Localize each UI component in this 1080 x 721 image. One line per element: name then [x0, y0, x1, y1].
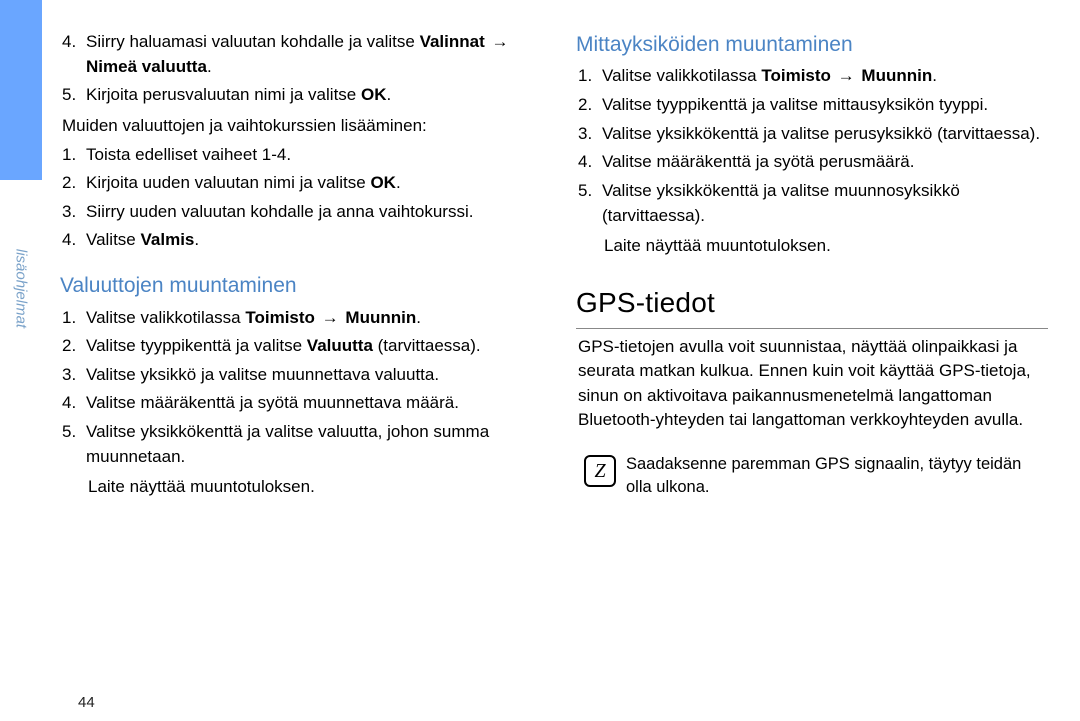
list-number: 5.	[62, 420, 76, 445]
list-number: 2.	[62, 171, 76, 196]
section-rule	[576, 328, 1048, 329]
side-tab-accent	[0, 0, 42, 180]
list-number: 4.	[578, 150, 592, 175]
list-item: 1. Toista edelliset vaiheet 1-4.	[86, 143, 532, 168]
text: Valitse määräkenttä ja syötä perusmäärä.	[602, 152, 914, 171]
list-number: 1.	[578, 64, 592, 89]
text: .	[396, 173, 401, 192]
text: .	[207, 57, 212, 76]
list-item: 4. Valitse määräkenttä ja syötä perusmää…	[602, 150, 1048, 175]
text: Valitse yksikkökenttä ja valitse muunnos…	[602, 181, 960, 225]
text: Valitse yksikkö ja valitse muunnettava v…	[86, 365, 439, 384]
list-item: 5. Valitse yksikkökenttä ja valitse muun…	[602, 179, 1048, 228]
bold-text: Muunnin	[345, 308, 416, 327]
bold-text: OK	[361, 85, 387, 104]
list-number: 4.	[62, 228, 76, 253]
bold-text: OK	[370, 173, 396, 192]
text: Toista edelliset vaiheet 1-4.	[86, 145, 291, 164]
bold-text: Toimisto	[761, 66, 831, 85]
text: .	[932, 66, 937, 85]
list-item: 4. Valitse määräkenttä ja syötä muunnett…	[86, 391, 532, 416]
text: Valitse valikkotilassa	[602, 66, 761, 85]
note-box: Z Saadaksenne paremman GPS signaalin, tä…	[576, 453, 1048, 499]
list-item: 1. Valitse valikkotilassa Toimisto → Muu…	[86, 306, 532, 331]
list-number: 4.	[62, 391, 76, 416]
left-column: 4. Siirry haluamasi valuutan kohdalle ja…	[60, 30, 532, 710]
list-item: 2. Kirjoita uuden valuutan nimi ja valit…	[86, 171, 532, 196]
list-number: 2.	[62, 334, 76, 359]
text: Kirjoita perusvaluutan nimi ja valitse	[86, 85, 361, 104]
text: Kirjoita uuden valuutan nimi ja valitse	[86, 173, 370, 192]
list-number: 1.	[62, 143, 76, 168]
list-item: 3. Valitse yksikkökenttä ja valitse peru…	[602, 122, 1048, 147]
bold-text: Toimisto	[245, 308, 315, 327]
note-icon: Z	[584, 455, 616, 487]
list-c: 1. Valitse valikkotilassa Toimisto → Muu…	[60, 306, 532, 470]
list-item: 2. Valitse tyyppikenttä ja valitse Valuu…	[86, 334, 532, 359]
list-number: 1.	[62, 306, 76, 331]
list-item: 2. Valitse tyyppikenttä ja valitse mitta…	[602, 93, 1048, 118]
list-a: 4. Siirry haluamasi valuutan kohdalle ja…	[60, 30, 532, 108]
text: Siirry haluamasi valuutan kohdalle ja va…	[86, 32, 420, 51]
list-right-a: 1. Valitse valikkotilassa Toimisto → Muu…	[576, 64, 1048, 228]
list-number: 4.	[62, 30, 76, 55]
heading-currency-convert: Valuuttojen muuntaminen	[60, 271, 532, 301]
bold-text: Valinnat	[420, 32, 485, 51]
page-number: 44	[78, 694, 95, 711]
page-content: 4. Siirry haluamasi valuutan kohdalle ja…	[60, 30, 1060, 710]
list-item: 4. Valitse Valmis.	[86, 228, 532, 253]
side-tab: lisäohjelmat	[0, 0, 42, 721]
paragraph: Muiden valuuttojen ja vaihtokurssien lis…	[62, 114, 532, 139]
arrow-icon: →	[320, 306, 341, 331]
text: Siirry uuden valuutan kohdalle ja anna v…	[86, 202, 473, 221]
right-column: Mittayksiköiden muuntaminen 1. Valitse v…	[576, 30, 1048, 710]
heading-gps: GPS-tiedot	[576, 283, 1048, 324]
list-number: 5.	[62, 83, 76, 108]
list-number: 2.	[578, 93, 592, 118]
text: (tarvittaessa).	[373, 336, 481, 355]
text: Valitse yksikkökenttä ja valitse valuutt…	[86, 422, 489, 466]
text: Valitse tyyppikenttä ja valitse	[86, 336, 307, 355]
text: Valitse valikkotilassa	[86, 308, 245, 327]
list-item: 3. Valitse yksikkö ja valitse muunnettav…	[86, 363, 532, 388]
list-item: 3. Siirry uuden valuutan kohdalle ja ann…	[86, 200, 532, 225]
list-number: 3.	[62, 200, 76, 225]
side-tab-label: lisäohjelmat	[13, 249, 30, 328]
text: Valitse määräkenttä ja syötä muunnettava…	[86, 393, 459, 412]
text: Valitse yksikkökenttä ja valitse perusyk…	[602, 124, 1040, 143]
text: .	[194, 230, 199, 249]
text: .	[386, 85, 391, 104]
text: Valitse	[86, 230, 141, 249]
arrow-icon: →	[489, 30, 510, 55]
paragraph: Laite näyttää muuntotuloksen.	[578, 234, 1048, 259]
list-item: 5. Kirjoita perusvaluutan nimi ja valits…	[86, 83, 532, 108]
bold-text: Valuutta	[307, 336, 373, 355]
list-item: 4. Siirry haluamasi valuutan kohdalle ja…	[86, 30, 532, 79]
paragraph: Laite näyttää muuntotuloksen.	[62, 475, 532, 500]
list-number: 5.	[578, 179, 592, 204]
text: .	[416, 308, 421, 327]
list-item: 1. Valitse valikkotilassa Toimisto → Muu…	[602, 64, 1048, 89]
bold-text: Muunnin	[861, 66, 932, 85]
list-b: 1. Toista edelliset vaiheet 1-4. 2. Kirj…	[60, 143, 532, 254]
bold-text: Nimeä valuutta	[86, 57, 207, 76]
note-text: Saadaksenne paremman GPS signaalin, täyt…	[626, 453, 1048, 499]
text: Valitse tyyppikenttä ja valitse mittausy…	[602, 95, 988, 114]
arrow-icon: →	[836, 64, 857, 89]
gps-body: GPS-tietojen avulla voit suunnistaa, näy…	[578, 335, 1048, 434]
list-number: 3.	[578, 122, 592, 147]
list-item: 5. Valitse yksikkökenttä ja valitse valu…	[86, 420, 532, 469]
heading-units-convert: Mittayksiköiden muuntaminen	[576, 30, 1048, 60]
bold-text: Valmis	[141, 230, 195, 249]
list-number: 3.	[62, 363, 76, 388]
